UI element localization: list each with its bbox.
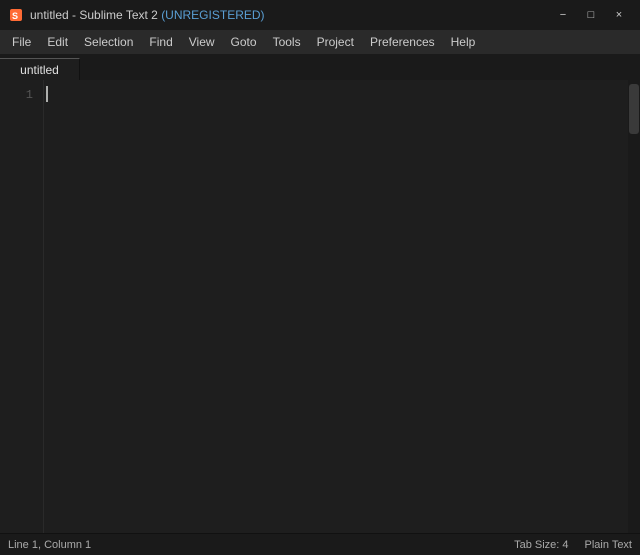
menu-find[interactable]: Find [141,30,180,54]
menu-project[interactable]: Project [309,30,362,54]
menu-file[interactable]: File [4,30,39,54]
status-right: Tab Size: 4 Plain Text [514,539,632,551]
editor-container[interactable]: 1 [0,80,640,533]
menu-preferences[interactable]: Preferences [362,30,443,54]
minimize-button[interactable]: − [550,5,576,25]
menu-help[interactable]: Help [443,30,484,54]
status-syntax[interactable]: Plain Text [585,539,633,551]
text-cursor [46,86,48,102]
menu-tools[interactable]: Tools [265,30,309,54]
window-controls: − □ × [550,5,632,25]
close-button[interactable]: × [606,5,632,25]
menu-edit[interactable]: Edit [39,30,76,54]
tab-bar: untitled [0,54,640,80]
scrollbar-thumb-vertical[interactable] [629,84,639,134]
status-bar: Line 1, Column 1 Tab Size: 4 Plain Text [0,533,640,555]
menu-goto[interactable]: Goto [223,30,265,54]
line-number-1: 1 [0,86,43,104]
title-left: S untitled - Sublime Text 2 (UNREGISTERE… [8,7,265,23]
editor-content[interactable] [44,80,628,533]
title-text: untitled - Sublime Text 2 (UNREGISTERED) [30,8,265,22]
maximize-button[interactable]: □ [578,5,604,25]
scrollbar-vertical[interactable] [628,80,640,533]
status-position: Line 1, Column 1 [8,539,91,551]
status-tab-size[interactable]: Tab Size: 4 [514,539,568,551]
menu-view[interactable]: View [181,30,223,54]
tab-untitled[interactable]: untitled [0,58,80,80]
menu-selection[interactable]: Selection [76,30,141,54]
title-bar: S untitled - Sublime Text 2 (UNREGISTERE… [0,0,640,30]
line-gutter: 1 [0,80,44,533]
svg-text:S: S [12,11,18,21]
menu-bar: File Edit Selection Find View Goto Tools… [0,30,640,54]
app-icon: S [8,7,24,23]
